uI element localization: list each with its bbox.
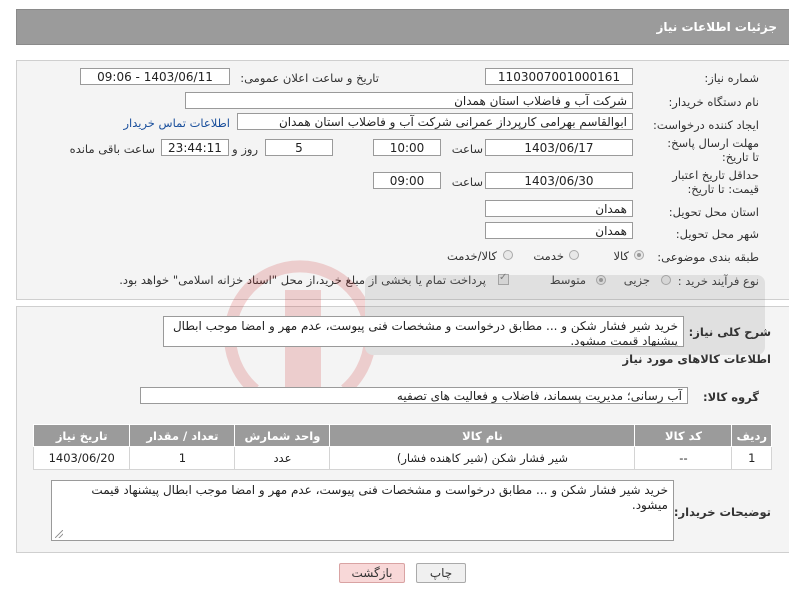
treasury-payment-note: پرداخت تمام یا بخشی از مبلغ خرید،از محل … xyxy=(119,273,486,287)
buyer-org-field: شرکت آب و فاضلاب استان همدان xyxy=(185,92,633,109)
category-service-label: خدمت xyxy=(533,249,564,263)
cell-goods-name: شیر فشار شکن (شیر کاهنده فشار) xyxy=(329,446,636,470)
reply-date-field: 1403/06/17 xyxy=(485,139,633,156)
reply-time-label: ساعت xyxy=(451,142,483,156)
city-label: شهر محل تحویل: xyxy=(675,227,759,241)
col-quantity-header: تعداد / مقدار xyxy=(129,424,236,447)
need-number-label: شماره نیاز: xyxy=(704,71,759,85)
col-unit-header: واحد شمارش xyxy=(234,424,331,447)
resize-handle-icon[interactable] xyxy=(55,530,63,538)
col-code-header: کد کالا xyxy=(634,424,733,447)
col-name-header: نام کالا xyxy=(329,424,636,447)
treasury-payment-checkbox[interactable] xyxy=(498,272,509,285)
process-label: نوع فرآیند خرید : xyxy=(677,274,759,288)
reply-time-field: 10:00 xyxy=(373,139,441,156)
print-button[interactable]: چاپ xyxy=(416,563,466,583)
summary-label: شرح کلی نیاز: xyxy=(688,325,771,339)
cell-unit: عدد xyxy=(234,446,331,470)
announce-datetime-field: 1403/06/11 - 09:06 xyxy=(80,68,230,85)
table-row: 1 -- شیر فشار شکن (شیر کاهنده فشار) عدد … xyxy=(32,446,772,470)
goods-group-label: گروه کالا: xyxy=(703,390,759,404)
creator-field: ابوالقاسم بهرامی کارپرداز عمرانی شرکت آب… xyxy=(237,113,633,130)
province-label: استان محل تحویل: xyxy=(668,205,759,219)
validity-time-field: 09:00 xyxy=(373,172,441,189)
category-goods-service-radio[interactable] xyxy=(503,250,513,260)
cell-need-date: 1403/06/20 xyxy=(32,446,131,470)
col-date-header: تاریخ نیاز xyxy=(32,424,131,447)
buyer-notes-field: خرید شیر فشار شکن و ... مطابق درخواست و … xyxy=(51,480,674,541)
goods-group-field: آب رسانی؛ مدیریت پسماند، فاضلاب و فعالیت… xyxy=(140,387,688,404)
col-row-header: ردیف xyxy=(731,424,772,447)
goods-table: ردیف کد کالا نام کالا واحد شمارش تعداد /… xyxy=(32,424,772,470)
cell-goods-code: -- xyxy=(634,446,733,470)
buyer-notes-text: خرید شیر فشار شکن و ... مطابق درخواست و … xyxy=(91,483,668,512)
category-label: طبقه بندی موضوعی: xyxy=(657,250,759,264)
category-goods-label: کالا xyxy=(613,249,629,263)
buyer-org-label: نام دستگاه خریدار: xyxy=(668,95,759,109)
validity-time-label: ساعت xyxy=(451,175,483,189)
days-remaining-field: 5 xyxy=(265,139,333,156)
process-minor-radio[interactable] xyxy=(661,275,671,285)
need-number-field: 1103007001000161 xyxy=(485,68,633,85)
summary-field: خرید شیر فشار شکن و ... مطابق درخواست و … xyxy=(163,316,684,347)
process-medium-radio[interactable] xyxy=(596,275,606,285)
category-goods-service-label: کالا/خدمت xyxy=(446,249,497,263)
cell-quantity: 1 xyxy=(129,446,236,470)
days-label: روز و xyxy=(232,142,258,156)
buyer-notes-label: توضیحات خریدار: xyxy=(673,505,771,519)
province-field: همدان xyxy=(485,200,633,217)
category-goods-radio[interactable] xyxy=(634,250,644,260)
cell-row-number: 1 xyxy=(731,446,772,470)
page-title: جزئیات اطلاعات نیاز xyxy=(656,20,777,34)
city-field: همدان xyxy=(485,222,633,239)
validity-label: حداقل تاریخ اعتبار قیمت: تا تاریخ: xyxy=(672,168,759,196)
remaining-time-label: ساعت باقی مانده xyxy=(69,142,155,156)
process-medium-label: متوسط xyxy=(549,273,586,287)
category-service-radio[interactable] xyxy=(569,250,579,260)
announce-label: تاریخ و ساعت اعلان عمومی: xyxy=(240,71,379,85)
goods-table-header: ردیف کد کالا نام کالا واحد شمارش تعداد /… xyxy=(32,424,772,447)
remaining-time-field: 23:44:11 xyxy=(161,139,229,156)
creator-label: ایجاد کننده درخواست: xyxy=(653,118,759,132)
process-minor-label: جزیی xyxy=(623,273,650,287)
goods-info-title: اطلاعات کالاهای مورد نیاز xyxy=(622,352,771,366)
validity-date-field: 1403/06/30 xyxy=(485,172,633,189)
buyer-contact-link[interactable]: اطلاعات تماس خریدار xyxy=(123,116,230,130)
reply-deadline-label: مهلت ارسال پاسخ: تا تاریخ: xyxy=(667,136,759,164)
page-header: جزئیات اطلاعات نیاز xyxy=(16,9,789,45)
back-button[interactable]: بازگشت xyxy=(339,563,405,583)
